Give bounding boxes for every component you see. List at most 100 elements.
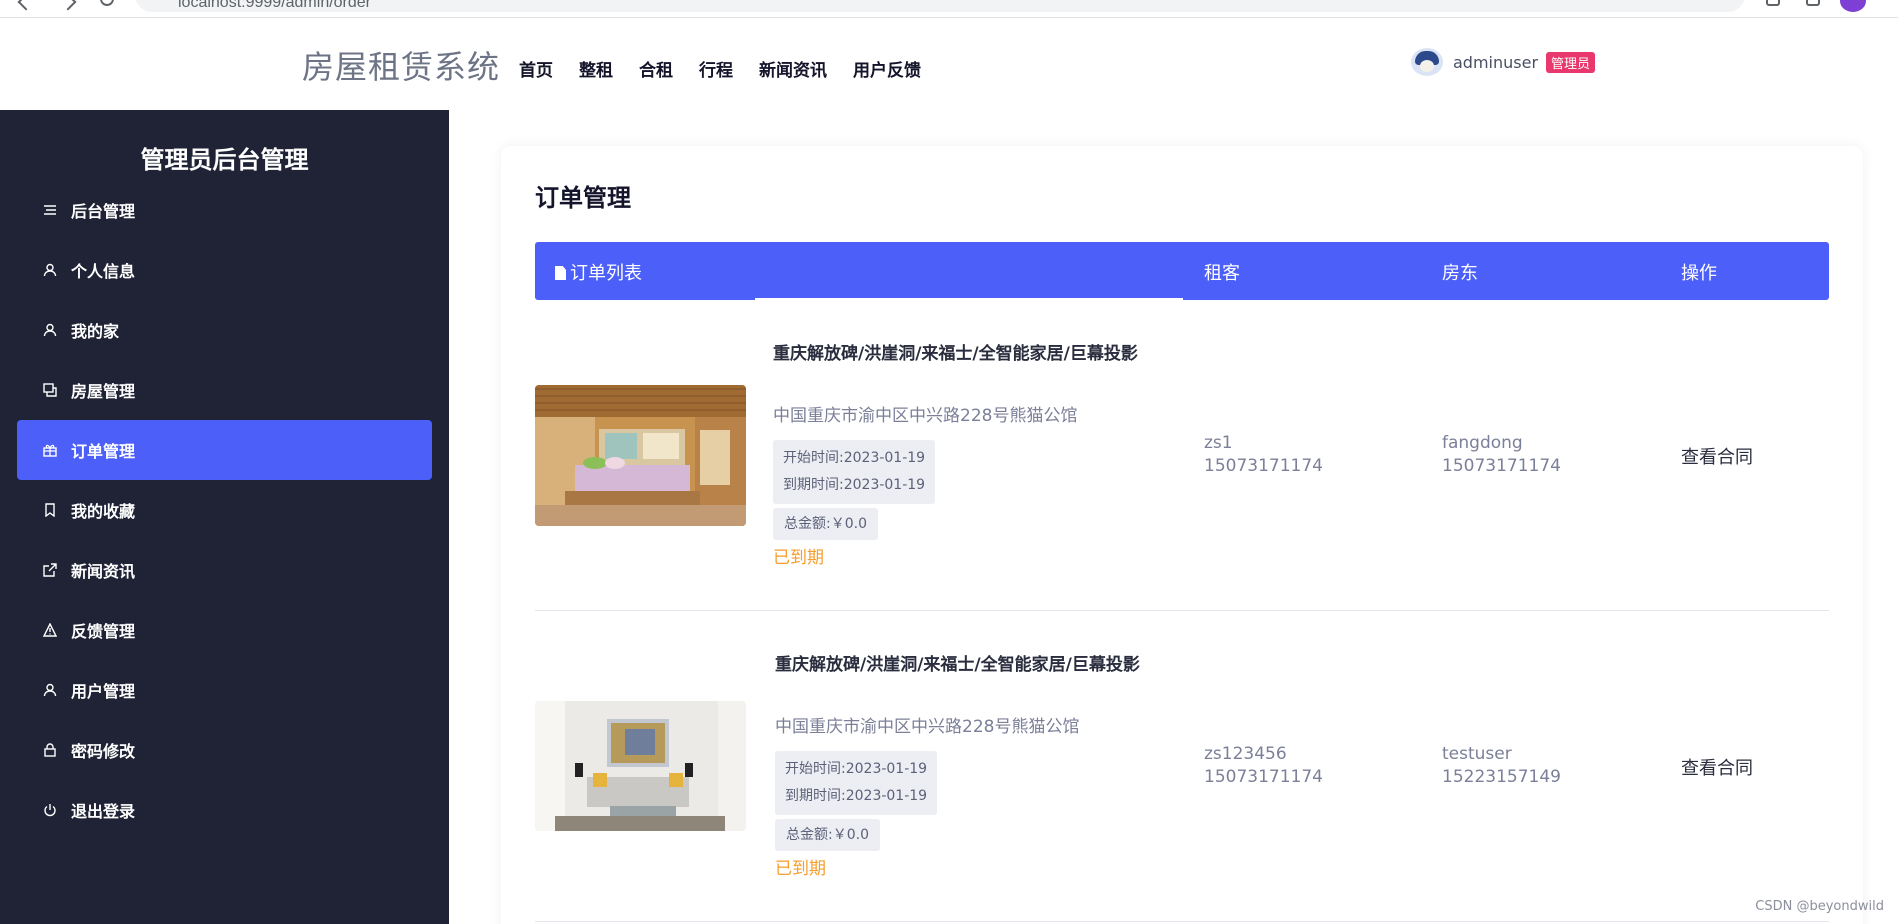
sidebar-item-label: 订单管理	[71, 442, 136, 461]
gift-icon	[43, 444, 57, 457]
profile-avatar[interactable]	[1840, 0, 1866, 12]
landlord-name: fangdong	[1442, 433, 1523, 453]
sidebar: 管理员后台管理 后台管理 个人信息 我的家 房屋管理 订单管理 我的收藏 新闻资…	[0, 110, 449, 924]
end-time: 到期时间:2023-01-19	[783, 477, 926, 493]
sidebar-item-label: 用户管理	[71, 682, 136, 701]
sidebar-item-label: 新闻资讯	[71, 562, 136, 581]
avatar[interactable]	[1411, 48, 1443, 76]
sidebar-item-label: 密码修改	[71, 742, 136, 761]
sidebar-item-favorites[interactable]: 我的收藏	[17, 480, 432, 540]
top-navigation: 房屋租赁系统 首页 整租 合租 行程 新闻资讯 用户反馈 adminuser 管…	[0, 18, 1898, 110]
header-underline	[755, 298, 1183, 300]
house-address: 中国重庆市渝中区中兴路228号熊猫公馆	[773, 406, 1078, 426]
sidebar-item-label: 我的家	[71, 322, 120, 341]
view-contract-link[interactable]: 查看合同	[1681, 754, 1753, 780]
main-nav: 首页 整租 合租 行程 新闻资讯 用户反馈	[519, 56, 947, 81]
sidebar-item-password[interactable]: 密码修改	[17, 720, 432, 780]
sidebar-item-label: 房屋管理	[71, 382, 136, 401]
user-icon	[43, 323, 57, 337]
bookmark-icon	[45, 503, 55, 517]
window-icon[interactable]	[1806, 0, 1820, 6]
tenant-name: zs1	[1204, 433, 1233, 453]
nav-whole-rent[interactable]: 整租	[579, 56, 613, 81]
reload-icon[interactable]	[100, 0, 114, 6]
time-range: 开始时间:2023-01-19 到期时间:2023-01-19	[775, 751, 938, 815]
tenant-info: zs1 15073171174	[1204, 432, 1323, 478]
sidebar-item-users[interactable]: 用户管理	[17, 660, 432, 720]
sidebar-item-houses[interactable]: 房屋管理	[17, 360, 432, 420]
sidebar-item-feedback[interactable]: 反馈管理	[17, 600, 432, 660]
view-contract-link[interactable]: 查看合同	[1681, 443, 1753, 469]
row-divider	[535, 610, 1829, 611]
warning-icon	[43, 623, 57, 637]
bedroom-photo	[535, 385, 746, 526]
user-icon	[43, 263, 57, 277]
user-name[interactable]: adminuser	[1453, 53, 1538, 72]
sidebar-item-label: 退出登录	[71, 802, 136, 821]
header-order-list-label: 订单列表	[570, 263, 642, 284]
sidebar-item-dashboard[interactable]: 后台管理	[17, 180, 432, 240]
sidebar-item-news[interactable]: 新闻资讯	[17, 540, 432, 600]
house-title[interactable]: 重庆解放碑/洪崖洞/来福士/全智能家居/巨幕投影	[775, 651, 1167, 680]
nav-trips[interactable]: 行程	[699, 56, 733, 81]
sidebar-item-orders[interactable]: 订单管理	[17, 420, 432, 480]
lock-icon	[44, 743, 56, 757]
nav-feedback[interactable]: 用户反馈	[853, 56, 921, 81]
document-icon	[555, 266, 566, 280]
time-range: 开始时间:2023-01-19 到期时间:2023-01-19	[773, 440, 936, 504]
sidebar-item-label: 反馈管理	[71, 622, 136, 641]
tenant-phone: 15073171174	[1204, 456, 1323, 476]
start-time: 开始时间:2023-01-19	[785, 761, 928, 777]
back-icon[interactable]	[17, 0, 35, 11]
house-title[interactable]: 重庆解放碑/洪崖洞/来福士/全智能家居/巨幕投影	[773, 340, 1165, 369]
sidebar-item-logout[interactable]: 退出登录	[17, 780, 432, 840]
table-header: 订单列表 租客 房东 操作	[535, 242, 1829, 300]
header-order-list: 订单列表	[555, 259, 642, 285]
user-icon	[43, 683, 57, 697]
sidebar-item-label: 后台管理	[71, 202, 136, 221]
landlord-phone: 15223157149	[1442, 767, 1561, 787]
end-time: 到期时间:2023-01-19	[785, 788, 928, 804]
sidebar-item-label: 个人信息	[71, 262, 136, 281]
landlord-info: fangdong 15073171174	[1442, 432, 1561, 478]
nav-news[interactable]: 新闻资讯	[759, 56, 827, 81]
forward-icon[interactable]	[59, 0, 77, 11]
page-title: 订单管理	[535, 184, 631, 212]
nav-shared-rent[interactable]: 合租	[639, 56, 673, 81]
site-brand[interactable]: 房屋租赁系统	[302, 42, 500, 88]
house-thumbnail[interactable]	[535, 701, 746, 831]
role-badge: 管理员	[1546, 51, 1596, 73]
landlord-phone: 15073171174	[1442, 456, 1561, 476]
url-text[interactable]: localhost:9999/admin/order	[178, 0, 371, 12]
status-badge: 已到期	[775, 859, 826, 879]
status-badge: 已到期	[773, 548, 824, 568]
browser-toolbar: localhost:9999/admin/order	[0, 0, 1898, 18]
power-icon	[44, 804, 56, 817]
tenant-info: zs123456 15073171174	[1204, 743, 1323, 789]
nav-home[interactable]: 首页	[519, 56, 553, 81]
living-room-photo	[535, 701, 746, 831]
start-time: 开始时间:2023-01-19	[783, 450, 926, 466]
tenant-phone: 15073171174	[1204, 767, 1323, 787]
sidebar-item-profile[interactable]: 个人信息	[17, 240, 432, 300]
total-amount: 总金额:￥0.0	[773, 508, 878, 540]
external-link-icon	[43, 563, 57, 577]
house-address: 中国重庆市渝中区中兴路228号熊猫公馆	[775, 717, 1080, 737]
header-action: 操作	[1681, 263, 1717, 284]
copy-icon	[43, 383, 57, 397]
extension-icon[interactable]	[1766, 0, 1780, 6]
sidebar-title: 管理员后台管理	[140, 146, 309, 174]
user-menu[interactable]: adminuser 管理员	[1411, 48, 1596, 76]
watermark: CSDN @beyondwild	[1755, 899, 1884, 914]
landlord-name: testuser	[1442, 744, 1512, 764]
header-tenant: 租客	[1204, 263, 1240, 284]
address-bar[interactable]	[135, 0, 1745, 12]
menu-lines-icon	[44, 205, 56, 215]
sidebar-item-my-home[interactable]: 我的家	[17, 300, 432, 360]
sidebar-menu: 后台管理 个人信息 我的家 房屋管理 订单管理 我的收藏 新闻资讯 反馈管理 用…	[17, 180, 432, 840]
row-divider	[535, 921, 1829, 922]
tenant-name: zs123456	[1204, 744, 1287, 764]
landlord-info: testuser 15223157149	[1442, 743, 1561, 789]
total-amount: 总金额:￥0.0	[775, 819, 880, 851]
house-thumbnail[interactable]	[535, 385, 746, 526]
